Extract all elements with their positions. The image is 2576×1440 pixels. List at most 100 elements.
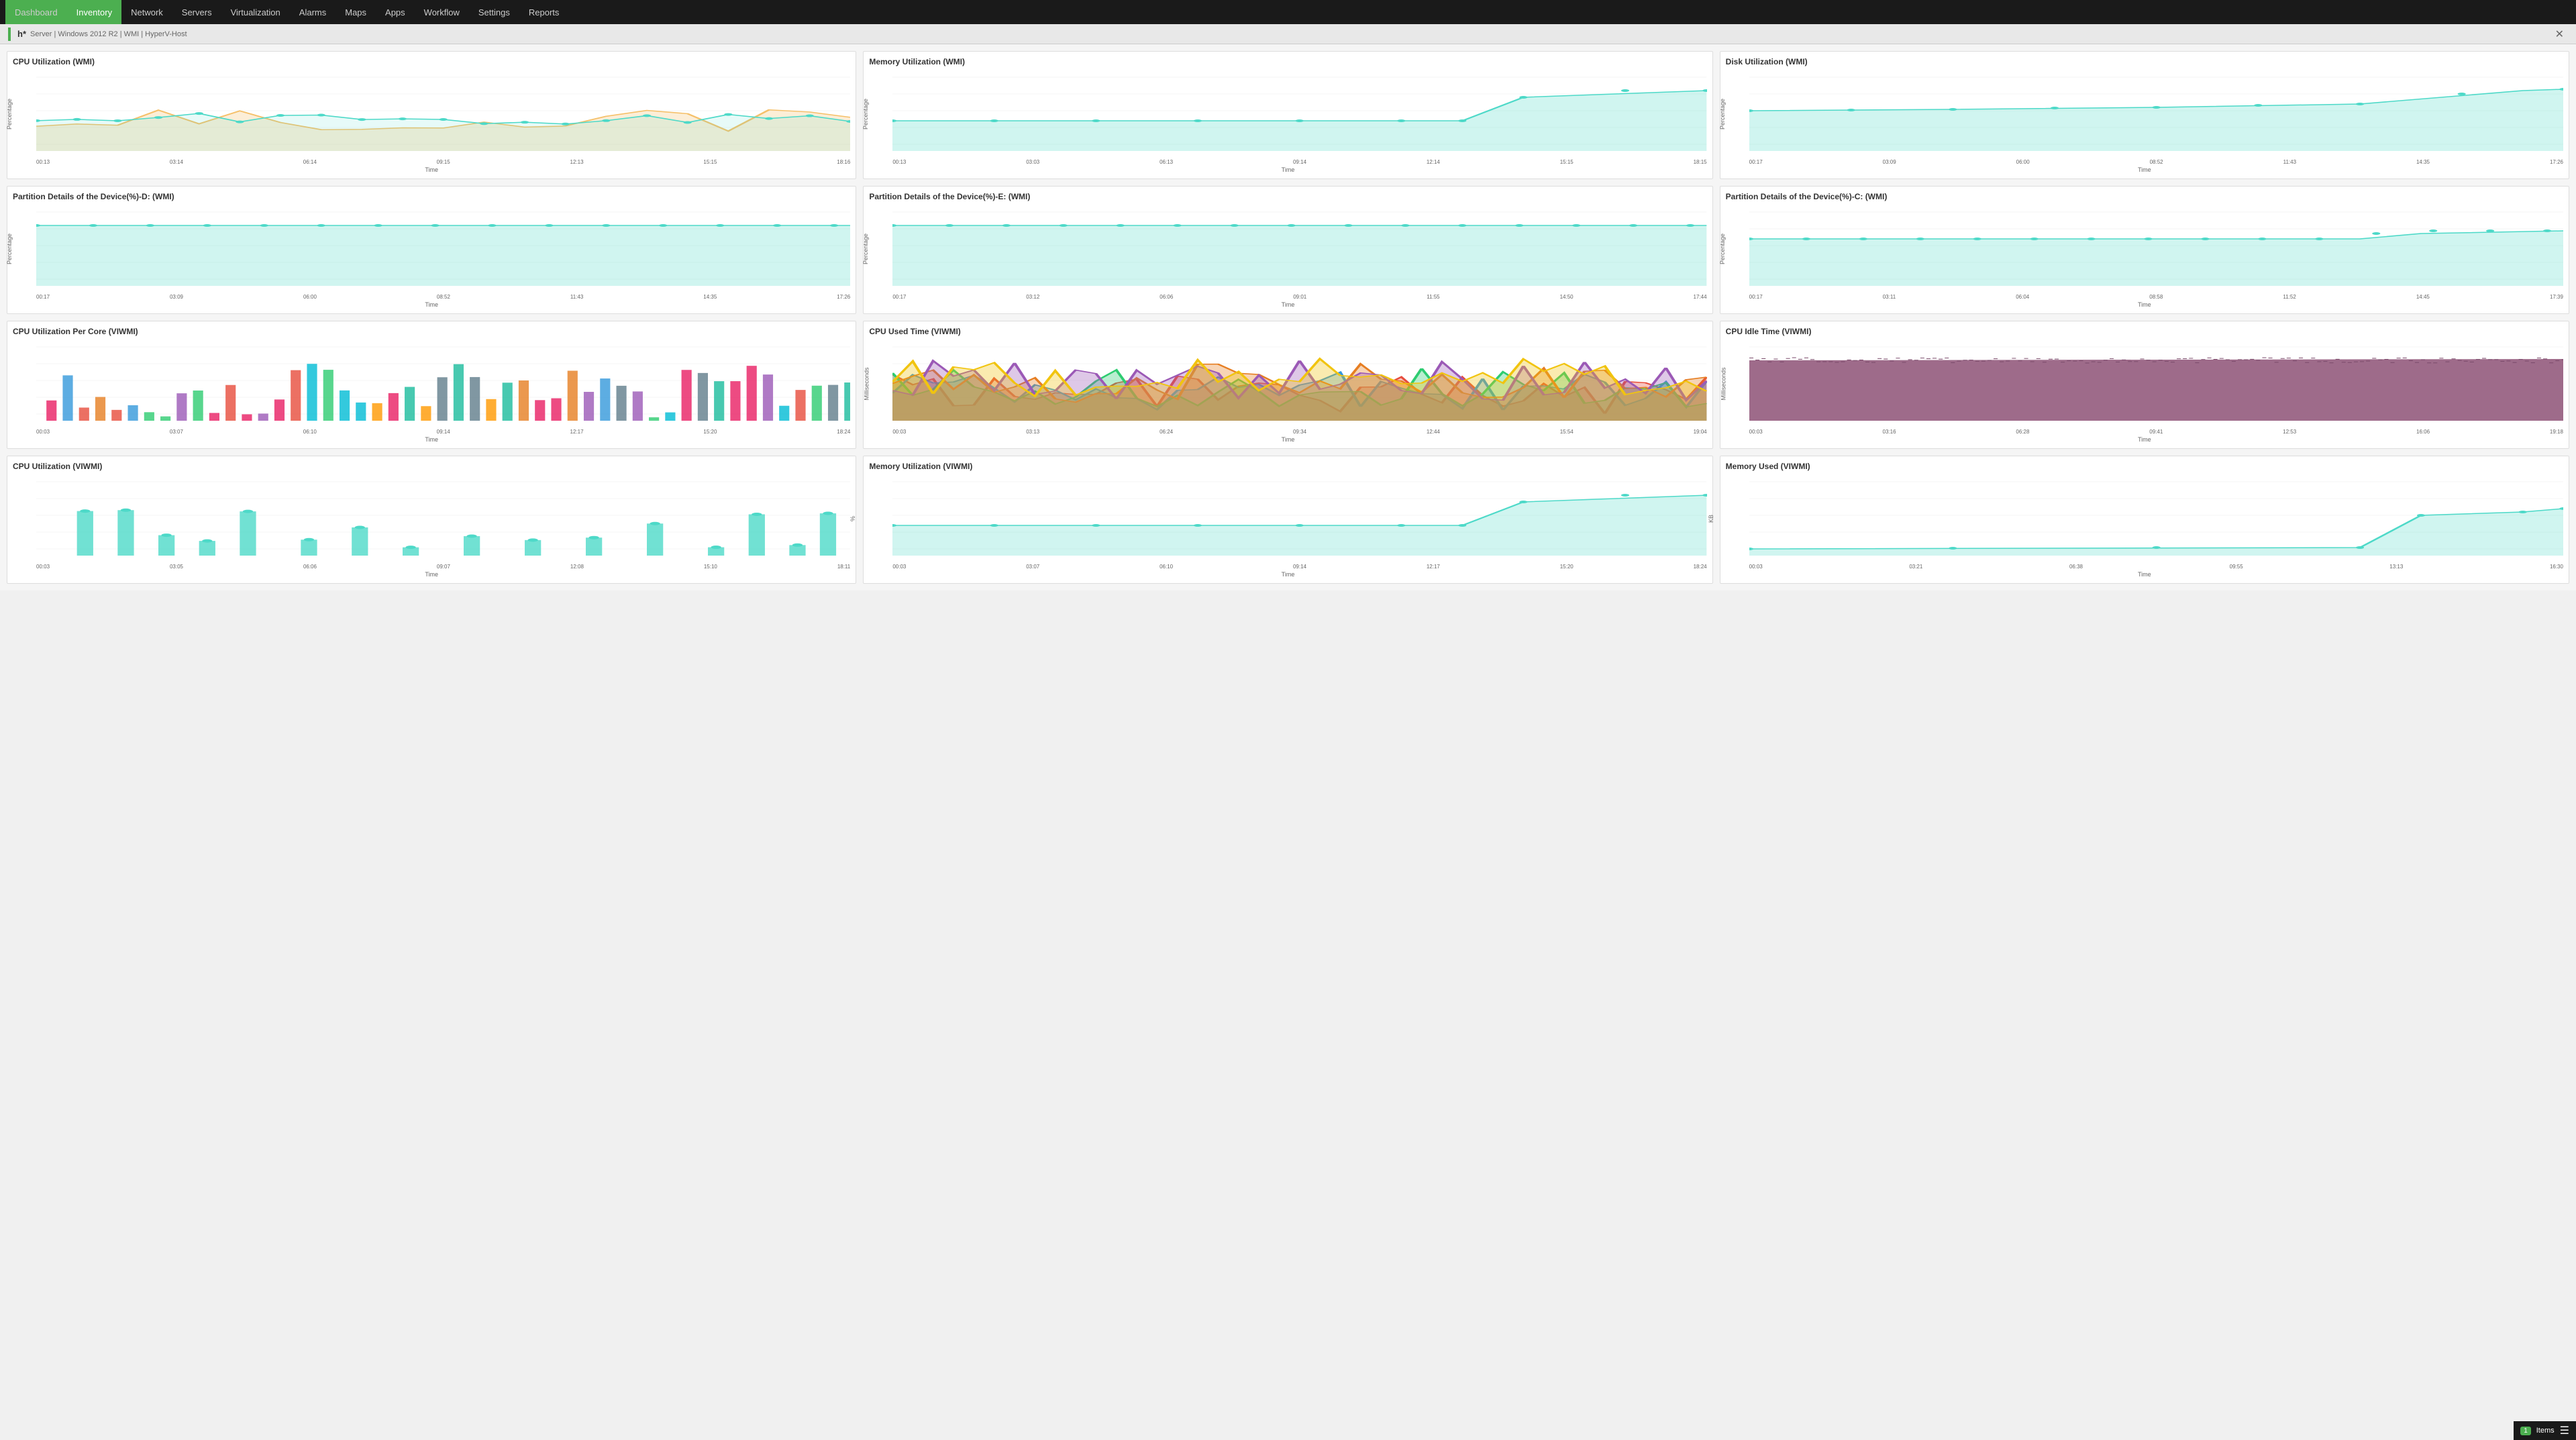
chart-svg-10: 806040200 [892,475,1706,562]
x-axis-7: 00:0303:1306:2409:3412:4415:5419:04 [869,429,1706,435]
x-label-5: Time [1726,301,2563,308]
breadcrumb-indicator [8,28,11,41]
breadcrumb: h* Server | Windows 2012 R2 | WMI | Hype… [8,28,187,41]
x-axis-1: 00:1303:0306:1309:1412:1415:1518:15 [869,159,1706,165]
nav-virtualization[interactable]: Virtualization [221,0,290,24]
breadcrumb-bar: h* Server | Windows 2012 R2 | WMI | Hype… [0,24,2576,44]
x-label-3: Time [13,301,850,308]
x-axis-8: 00:0303:1606:2809:4112:5316:0619:18 [1726,429,2563,435]
chart-title-11: Memory Used (VIWMI) [1726,462,2563,471]
chart-wrapper-8: Milliseconds300000225000150000750000 [1726,340,2563,427]
main-content: CPU Utilization (WMI)Percentage151184000… [0,44,2576,590]
nav-workflow[interactable]: Workflow [415,0,469,24]
chart-card-8: CPU Idle Time (VIWMI)Milliseconds3000002… [1720,321,2569,449]
chart-card-5: Partition Details of the Device(%)-C: (W… [1720,186,2569,314]
chart-title-6: CPU Utilization Per Core (VIWMI) [13,327,850,336]
chart-title-7: CPU Used Time (VIWMI) [869,327,1706,336]
x-label-1: Time [869,166,1706,173]
chart-wrapper-4: Percentage22110 [869,205,1706,293]
nav-network[interactable]: Network [121,0,172,24]
chart-wrapper-2: Percentage86420 [1726,70,2563,158]
chart-wrapper-7: Milliseconds600004500030000150000 [869,340,1706,427]
breadcrumb-path: Server | Windows 2012 R2 | WMI | HyperV-… [30,30,187,38]
x-axis-2: 00:1703:0906:0008:5211:4314:3517:26 [1726,159,2563,165]
chart-wrapper-11: KB20000000150000001000000050000000 [1726,475,2563,562]
chart-wrapper-1: Percentage806040200 [869,70,1706,158]
x-axis-9: 00:0303:0506:0609:0712:0815:1018:11 [13,564,850,570]
chart-svg-4: 22110 [892,205,1706,293]
chart-card-11: Memory Used (VIWMI) KB2000000015000000100… [1720,456,2569,584]
chart-wrapper-9: %65320 [13,475,850,562]
y-axis-label-8: Milliseconds [1720,367,1727,400]
chart-title-5: Partition Details of the Device(%)-C: (W… [1726,192,2563,201]
chart-svg-7: 600004500030000150000 [892,340,1706,427]
chart-svg-6: 604530150 [36,340,850,427]
chart-title-9: CPU Utilization (VIWMI) [13,462,850,471]
chart-card-0: CPU Utilization (WMI)Percentage151184000… [7,51,856,179]
x-label-10: Time [869,571,1706,578]
chart-title-4: Partition Details of the Device(%)-E: (W… [869,192,1706,201]
chart-title-0: CPU Utilization (WMI) [13,57,850,66]
x-label-6: Time [13,436,850,443]
chart-svg-5: 1511840 [1749,205,2563,293]
x-axis-6: 00:0303:0706:1009:1412:1715:2018:24 [13,429,850,435]
y-axis-label-10: % [849,516,856,521]
nav-alarms[interactable]: Alarms [290,0,336,24]
chart-svg-11: 20000000150000001000000050000000 [1749,475,2563,562]
nav-inventory[interactable]: Inventory [67,0,121,24]
x-axis-4: 00:1703:1206:0609:0111:5514:5017:44 [869,294,1706,300]
close-button[interactable]: ✕ [2551,26,2568,42]
chart-svg-8: 300000225000150000750000 [1749,340,2563,427]
charts-grid: CPU Utilization (WMI)Percentage151184000… [7,51,2569,584]
x-axis-11: 00:0303:2106:3809:5513:1316:30 [1726,564,2563,570]
x-axis-10: 00:0303:0706:1009:1412:1715:2018:24 [869,564,1706,570]
chart-card-4: Partition Details of the Device(%)-E: (W… [863,186,1712,314]
chart-card-6: CPU Utilization Per Core (VIWMI) %6045301… [7,321,856,449]
chart-card-2: Disk Utilization (WMI)Percentage8642000:… [1720,51,2569,179]
menu-icon[interactable]: ☰ [2560,1424,2569,1437]
navbar: Dashboard Inventory Network Servers Virt… [0,0,2576,24]
chart-wrapper-3: Percentage54310 [13,205,850,293]
nav-servers[interactable]: Servers [172,0,221,24]
chart-wrapper-6: %604530150 [13,340,850,427]
x-axis-5: 00:1703:1106:0408:5811:5214:4517:39 [1726,294,2563,300]
nav-apps[interactable]: Apps [376,0,415,24]
y-axis-label-0: Percentage [6,99,13,130]
x-label-9: Time [13,571,850,578]
nav-dashboard[interactable]: Dashboard [5,0,67,24]
breadcrumb-title: h* [17,29,26,39]
y-axis-label-7: Milliseconds [864,367,870,400]
chart-wrapper-0: Percentage1511840 [13,70,850,158]
nav-maps[interactable]: Maps [336,0,376,24]
y-axis-label-5: Percentage [1719,234,1726,264]
y-axis-label-2: Percentage [1719,99,1726,130]
x-label-7: Time [869,436,1706,443]
x-label-2: Time [1726,166,2563,173]
chart-card-3: Partition Details of the Device(%)-D: (W… [7,186,856,314]
x-label-8: Time [1726,436,2563,443]
chart-svg-3: 54310 [36,205,850,293]
x-axis-0: 00:1303:1406:1409:1512:1315:1518:16 [13,159,850,165]
chart-card-7: CPU Used Time (VIWMI)Milliseconds6000045… [863,321,1712,449]
x-label-0: Time [13,166,850,173]
chart-svg-9: 65320 [36,475,850,562]
items-label: Items [2536,1427,2555,1435]
chart-card-1: Memory Utilization (WMI)Percentage806040… [863,51,1712,179]
nav-settings[interactable]: Settings [469,0,519,24]
x-axis-3: 00:1703:0906:0008:5211:4314:3517:26 [13,294,850,300]
chart-svg-0: 1511840 [36,70,850,158]
chart-title-1: Memory Utilization (WMI) [869,57,1706,66]
chart-wrapper-5: Percentage1511840 [1726,205,2563,293]
chart-title-8: CPU Idle Time (VIWMI) [1726,327,2563,336]
chart-card-10: Memory Utilization (VIWMI)%80604020000:0… [863,456,1712,584]
y-axis-label-1: Percentage [862,99,869,130]
y-axis-label-4: Percentage [862,234,869,264]
chart-svg-2: 86420 [1749,70,2563,158]
chart-title-10: Memory Utilization (VIWMI) [869,462,1706,471]
chart-svg-1: 806040200 [892,70,1706,158]
y-axis-label-3: Percentage [6,234,13,264]
nav-reports[interactable]: Reports [519,0,569,24]
chart-title-2: Disk Utilization (WMI) [1726,57,2563,66]
chart-card-9: CPU Utilization (VIWMI)%6532000:0303:050… [7,456,856,584]
y-axis-label-11: KB [1708,515,1714,523]
